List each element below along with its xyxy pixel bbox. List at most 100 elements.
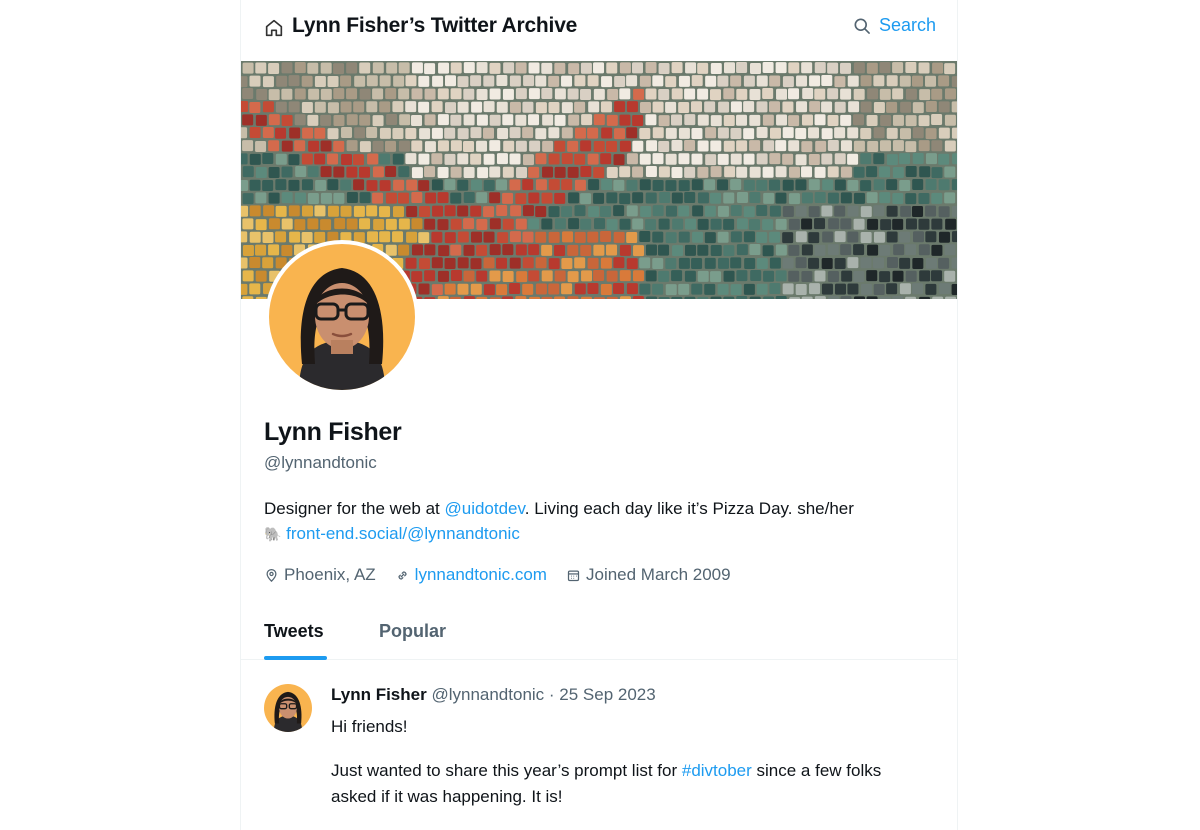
mosaic-tile — [496, 257, 508, 269]
mosaic-tile — [665, 205, 677, 217]
mosaic-tile — [652, 101, 664, 113]
mosaic-tile — [476, 192, 488, 204]
mosaic-tile — [600, 205, 612, 217]
mosaic-tile — [866, 270, 878, 282]
hashtag-link[interactable]: #divtober — [682, 761, 752, 780]
mosaic-tile — [736, 166, 748, 178]
mosaic-tile — [743, 153, 755, 165]
tweet-item[interactable]: Lynn Fisher @lynnandtonic · 25 Sep 2023 … — [241, 661, 957, 830]
mosaic-tile — [944, 166, 956, 178]
mosaic-tile — [463, 88, 475, 100]
mosaic-tile — [925, 257, 937, 269]
mosaic-tile — [405, 257, 417, 269]
mosaic-tile — [294, 219, 306, 231]
mosaic-tile — [411, 62, 423, 74]
mosaic-tile — [268, 166, 280, 178]
mosaic-tile — [392, 128, 404, 140]
mosaic-tile — [529, 140, 541, 152]
mosaic-tile — [645, 192, 657, 204]
home-icon[interactable] — [263, 17, 285, 39]
search-label: Search — [878, 15, 936, 35]
mosaic-tile — [444, 153, 456, 165]
mosaic-tile — [567, 296, 579, 299]
archive-title[interactable]: Lynn Fisher’s Twitter Archive — [292, 14, 577, 38]
mosaic-tile — [710, 271, 722, 283]
mosaic-tile — [295, 166, 307, 178]
mosaic-tile — [431, 231, 443, 243]
mosaic-tile — [476, 296, 488, 299]
mosaic-tile — [769, 231, 781, 243]
search-button[interactable]: Search — [852, 15, 936, 36]
bio-mention-link[interactable]: @uidotdev — [444, 499, 524, 518]
mosaic-tile — [834, 179, 846, 191]
mosaic-tile — [580, 245, 592, 257]
tweet-author[interactable]: Lynn Fisher — [331, 685, 427, 704]
mosaic-tile — [827, 192, 839, 204]
mosaic-tile — [600, 153, 612, 165]
mosaic-tile — [847, 283, 859, 295]
mosaic-tile — [398, 166, 410, 178]
mosaic-tile — [327, 153, 339, 165]
mosaic-tile — [275, 179, 287, 191]
mosaic-tile — [561, 153, 573, 165]
mosaic-tile — [795, 231, 807, 243]
mosaic-tile — [509, 231, 521, 243]
mosaic-tile — [697, 270, 709, 282]
mosaic-tile — [373, 218, 385, 230]
mosaic-tile — [632, 166, 644, 178]
mosaic-tile — [346, 192, 358, 204]
mosaic-tile — [743, 128, 755, 140]
mosaic-tile — [242, 140, 254, 152]
mosaic-tile — [554, 296, 566, 299]
mosaic-tile — [580, 140, 592, 152]
mosaic-tile — [606, 296, 618, 299]
mosaic-tile — [444, 205, 456, 217]
website-link[interactable]: lynnandtonic.com — [415, 565, 547, 585]
mosaic-tile — [801, 166, 813, 178]
bio-mastodon-link[interactable]: front-end.social/@lynnandtonic — [286, 524, 520, 543]
mosaic-tile — [684, 244, 696, 256]
mosaic-tile — [678, 127, 690, 139]
mosaic-tile — [710, 245, 722, 257]
mosaic-tile — [900, 205, 912, 217]
mosaic-tile — [671, 296, 683, 299]
mosaic-tile — [952, 153, 957, 165]
tweet-avatar[interactable] — [264, 684, 312, 732]
mosaic-tile — [470, 283, 482, 295]
tab-popular[interactable]: Popular — [379, 621, 446, 642]
tweet-text: Just wanted to share this year’s prompt … — [331, 761, 682, 780]
mosaic-tile — [503, 140, 515, 152]
mosaic-tile — [262, 180, 274, 192]
mosaic-tile — [619, 140, 631, 152]
mosaic-tile — [588, 206, 600, 218]
mosaic-tile — [476, 244, 488, 256]
mosaic-tile — [242, 114, 254, 126]
mosaic-tile — [242, 218, 254, 230]
mosaic-tile — [515, 244, 527, 256]
mosaic-tile — [860, 153, 872, 165]
mosaic-tile — [268, 192, 280, 204]
mosaic-tile — [645, 270, 657, 282]
mosaic-tile — [476, 140, 488, 152]
mosaic-tile — [899, 75, 911, 87]
tab-tweets[interactable]: Tweets — [264, 621, 324, 642]
mosaic-tile — [723, 296, 735, 299]
mosaic-tile — [665, 232, 677, 244]
tweet-body: Hi friends! Just wanted to share this ye… — [331, 714, 921, 828]
mosaic-tile — [841, 270, 853, 282]
mosaic-tile — [425, 192, 437, 204]
mosaic-tile — [275, 101, 287, 113]
mosaic-tile — [678, 75, 690, 87]
mosaic-tile — [489, 140, 501, 152]
mosaic-tile — [405, 75, 417, 87]
mosaic-tile — [307, 218, 319, 230]
mosaic-tile — [444, 179, 456, 191]
mosaic-tile — [828, 296, 840, 299]
tweet-date[interactable]: 25 Sep 2023 — [559, 685, 655, 704]
mosaic-tile — [840, 88, 852, 100]
mosaic-tile — [288, 154, 300, 166]
mosaic-tile — [796, 75, 808, 87]
mosaic-tile — [567, 244, 579, 256]
mosaic-tile — [320, 88, 332, 100]
profile-avatar[interactable] — [265, 240, 419, 394]
